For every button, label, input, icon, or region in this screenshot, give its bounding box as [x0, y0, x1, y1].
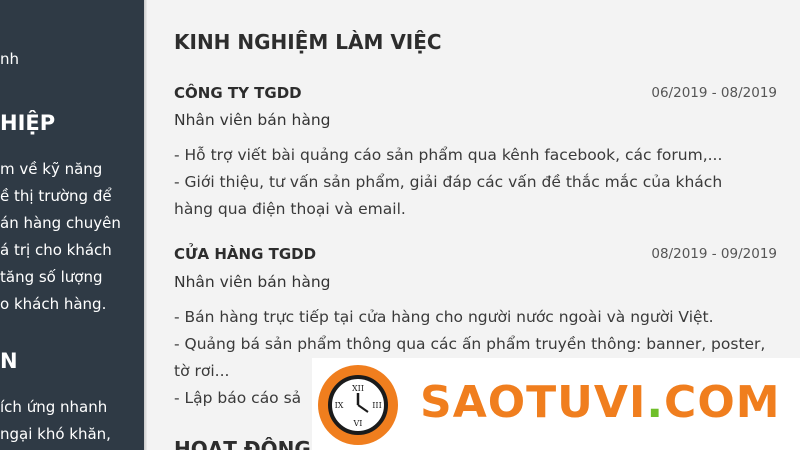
job-date: 08/2019 - 09/2019 — [651, 246, 777, 262]
svg-text:VI: VI — [353, 419, 363, 428]
job-bullet: - Hỗ trợ viết bài quảng cáo sản phẩm qua… — [174, 146, 723, 164]
sidebar-section-title: N — [0, 349, 18, 373]
svg-text:XII: XII — [352, 384, 364, 393]
job-bullet: hàng qua điện thoại và email. — [174, 200, 406, 218]
job-bullet: - Lập báo cáo sả — [174, 389, 302, 407]
sidebar-line: o khách hàng. — [0, 295, 107, 313]
sidebar-line: án hàng chuyên — [0, 214, 121, 232]
company-name: CỬA HÀNG TGDD — [174, 245, 317, 263]
svg-text:III: III — [372, 401, 381, 410]
sidebar-line: á trị cho khách — [0, 241, 112, 259]
job-bullet: - Giới thiệu, tư vấn sản phẩm, giải đáp … — [174, 173, 723, 191]
sidebar-line: tăng số lượng — [0, 268, 103, 286]
job-role: Nhân viên bán hàng — [174, 111, 331, 129]
section-heading: KINH NGHIỆM LÀM VIỆC — [174, 30, 442, 54]
watermark-name: SAOTUVI — [420, 377, 647, 428]
clock-logo-icon: XII III VI IX — [318, 365, 398, 445]
watermark-logo-text: SAOTUVI.COM — [420, 377, 781, 428]
sidebar-line: ề thị trường để — [0, 187, 112, 205]
watermark-tld: COM — [664, 377, 781, 428]
job-date: 06/2019 - 08/2019 — [651, 85, 777, 101]
watermark-dot: . — [646, 377, 665, 428]
next-section-heading: HOẠT ĐỘNG — [174, 437, 311, 450]
sidebar-line: ngại khó khăn, — [0, 425, 111, 443]
job-role: Nhân viên bán hàng — [174, 273, 331, 291]
sidebar: nh HIỆP m về kỹ năng ề thị trường để án … — [0, 0, 144, 450]
sidebar-line: ích ứng nhanh — [0, 398, 108, 416]
job-bullet: tờ rơi... — [174, 362, 230, 380]
svg-text:IX: IX — [335, 401, 344, 410]
job-bullet: - Quảng bá sản phẩm thông qua các ấn phẩ… — [174, 335, 766, 353]
job-bullet: - Bán hàng trực tiếp tại cửa hàng cho ng… — [174, 308, 714, 326]
sidebar-text-fragment: nh — [0, 50, 20, 68]
sidebar-line: m về kỹ năng — [0, 160, 103, 178]
sidebar-section-title: HIỆP — [0, 111, 56, 135]
company-name: CÔNG TY TGDD — [174, 84, 302, 102]
